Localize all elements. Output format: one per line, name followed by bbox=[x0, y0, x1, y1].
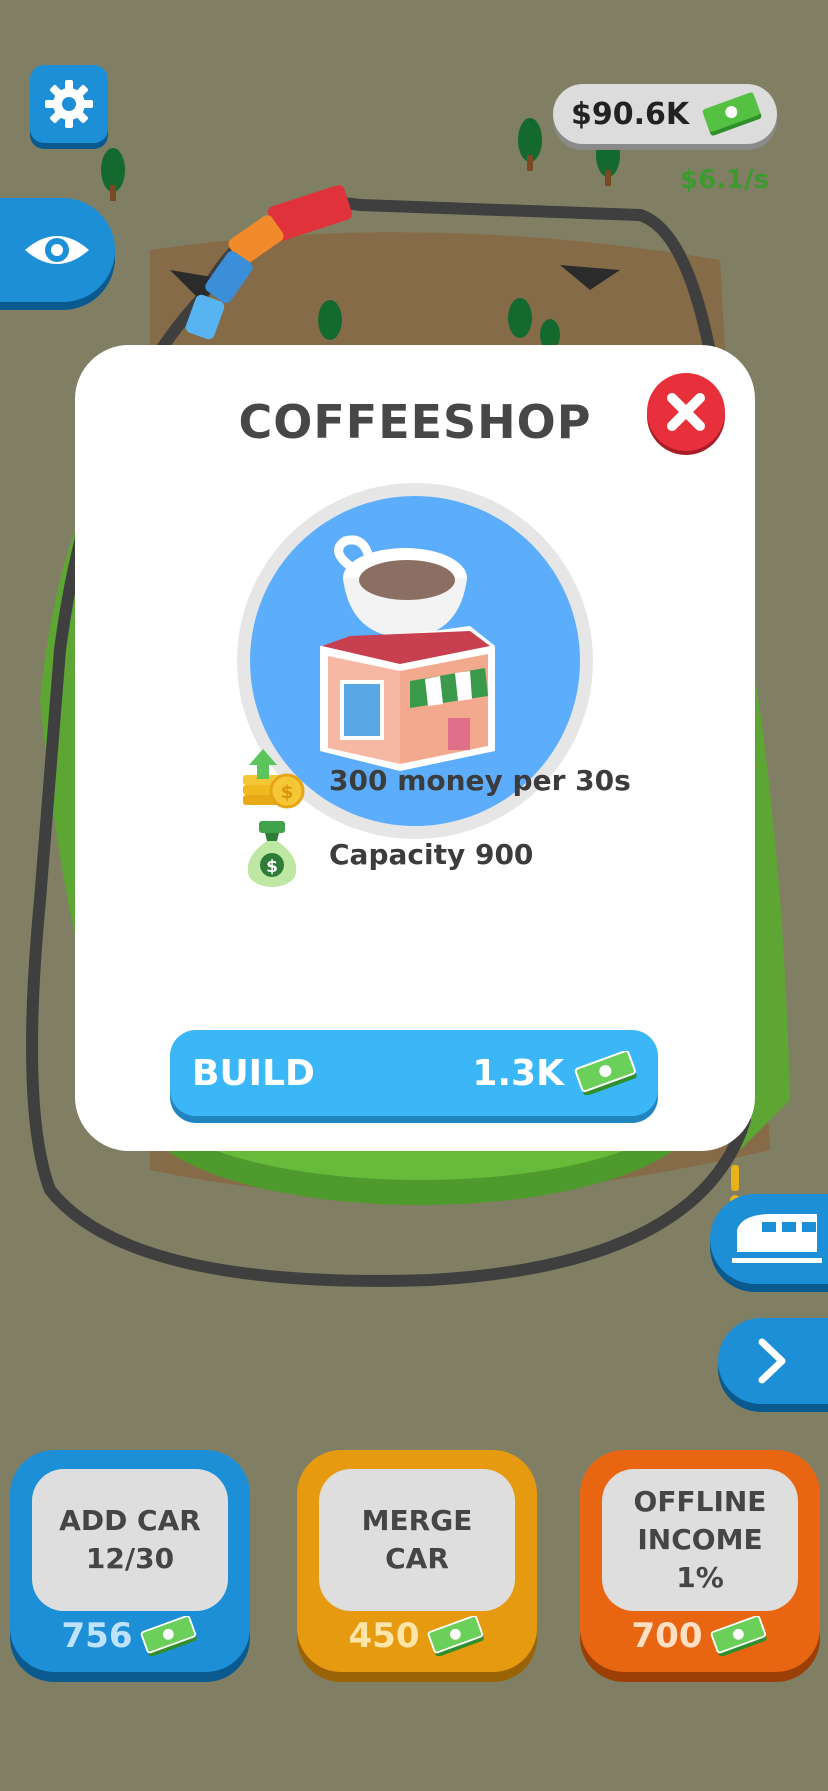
view-button[interactable] bbox=[0, 198, 115, 302]
offline-income-line-3: 1% bbox=[676, 1561, 724, 1594]
stat-capacity: $ Capacity 900 bbox=[237, 819, 533, 889]
add-car-price: 756 bbox=[10, 1616, 250, 1656]
build-button[interactable]: BUILD 1.3K bbox=[170, 1030, 658, 1116]
merge-car-price-value: 450 bbox=[348, 1616, 420, 1656]
merge-car-line-1: MERGE bbox=[361, 1504, 473, 1537]
merge-car-label-box: MERGE CAR bbox=[319, 1469, 515, 1611]
build-label: BUILD bbox=[192, 1052, 315, 1094]
add-car-line-2: 12/30 bbox=[85, 1542, 175, 1575]
svg-text:$: $ bbox=[281, 782, 294, 803]
train-icon bbox=[732, 1214, 822, 1263]
next-button[interactable] bbox=[718, 1318, 828, 1404]
cash-bill-icon bbox=[574, 1051, 637, 1095]
offline-income-button[interactable]: OFFLINE INCOME 1% 700 bbox=[580, 1450, 820, 1672]
offline-income-line-2: INCOME bbox=[637, 1523, 763, 1556]
add-car-button[interactable]: ADD CAR 12/30 756 bbox=[10, 1450, 250, 1672]
svg-text:$: $ bbox=[266, 857, 278, 877]
offline-income-price: 700 bbox=[580, 1616, 820, 1656]
coins-upgrade-icon: $ bbox=[243, 749, 305, 809]
building-modal: COFFEESHOP $ 300 money per 30s $ Capacit… bbox=[75, 345, 755, 1151]
offline-income-price-value: 700 bbox=[631, 1616, 703, 1656]
settings-button[interactable] bbox=[30, 65, 108, 143]
merge-car-button[interactable]: MERGE CAR 450 bbox=[297, 1450, 537, 1672]
stat-income: $ 300 money per 30s bbox=[237, 745, 631, 815]
offline-income-line-1: OFFLINE bbox=[633, 1485, 767, 1518]
income-rate: $6.1/s bbox=[680, 165, 770, 195]
close-icon bbox=[667, 393, 705, 431]
balance-value: $90.6K bbox=[571, 96, 690, 132]
merge-car-price: 450 bbox=[297, 1616, 537, 1656]
gear-icon bbox=[45, 80, 93, 128]
chevron-right-icon bbox=[758, 1338, 786, 1384]
stat-income-label: 300 money per 30s bbox=[329, 763, 631, 797]
build-cost: 1.3K bbox=[472, 1052, 564, 1094]
offline-income-label-box: OFFLINE INCOME 1% bbox=[602, 1469, 798, 1611]
cash-bill-icon bbox=[428, 1616, 485, 1656]
cash-bill-icon bbox=[711, 1616, 768, 1656]
merge-car-line-2: CAR bbox=[385, 1542, 449, 1575]
money-bag-icon: $ bbox=[247, 821, 297, 887]
add-car-line-1: ADD CAR bbox=[59, 1504, 201, 1537]
eye-icon bbox=[24, 236, 89, 264]
add-car-label-box: ADD CAR 12/30 bbox=[32, 1469, 228, 1611]
cash-bill-icon bbox=[702, 92, 762, 136]
close-button[interactable] bbox=[647, 373, 725, 451]
cash-bill-icon bbox=[141, 1616, 198, 1656]
train-button[interactable] bbox=[710, 1194, 828, 1284]
add-car-price-value: 756 bbox=[61, 1616, 133, 1656]
stat-capacity-label: Capacity 900 bbox=[329, 837, 534, 871]
balance-display: $90.6K bbox=[553, 84, 777, 144]
